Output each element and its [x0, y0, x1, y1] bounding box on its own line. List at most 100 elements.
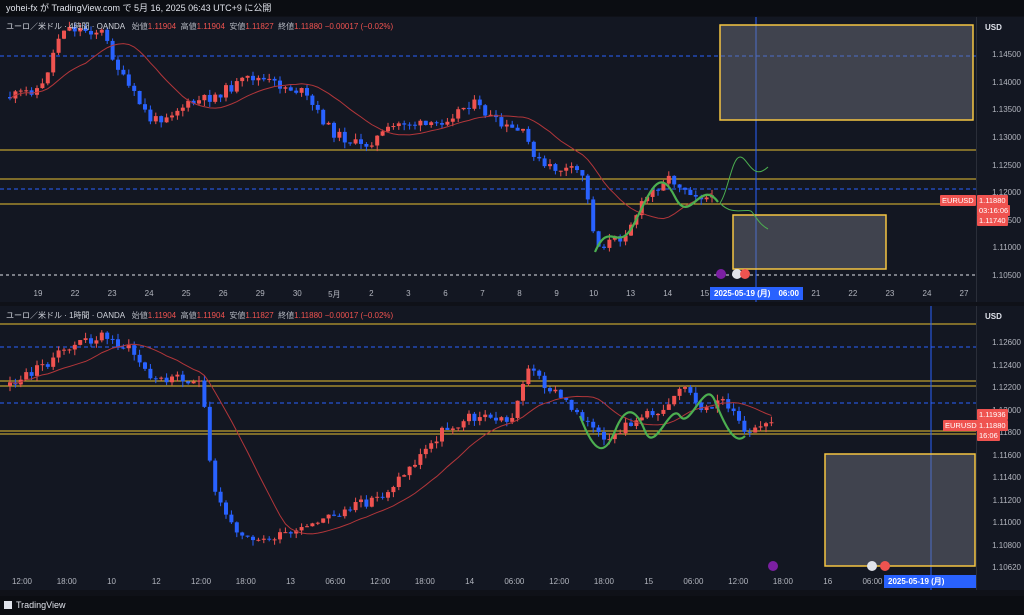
time-tick: 29 — [255, 289, 265, 298]
candle-body — [267, 538, 272, 540]
candle-body — [753, 427, 758, 433]
candle-body — [326, 514, 331, 519]
currency-label[interactable]: USD — [985, 312, 1002, 321]
candle-body — [89, 338, 93, 344]
candle-body — [737, 411, 741, 421]
candle-body — [51, 357, 56, 367]
candle-body — [326, 122, 331, 125]
candle-body — [450, 118, 455, 122]
candle-body — [531, 368, 536, 371]
candle-body — [396, 476, 401, 488]
candle-body — [445, 427, 450, 430]
price-tick: 1.10620 — [992, 563, 1021, 572]
time-tick: 12:00 — [549, 577, 570, 586]
candle-body — [245, 75, 250, 78]
time-axis-1h[interactable]: 12:00 18:00 10 12 12:00 18:00 13 06:00 12:00 18:0… — [0, 574, 976, 590]
price-tick: 1.14000 — [992, 77, 1021, 87]
time-tick: 5月 — [328, 290, 341, 299]
candle-body — [656, 189, 660, 191]
time-tick: 2 — [369, 289, 374, 298]
candle-body — [472, 413, 477, 421]
forecast-up-line — [719, 156, 769, 204]
candle-body — [29, 372, 34, 376]
plot-area-1h[interactable]: ユーロ／米ドル · 1時間 · OANDA 始値1.11904 高値1.1190… — [0, 306, 976, 590]
price-tick: 1.11200 — [992, 495, 1021, 505]
price-tick: 1.12500 — [992, 160, 1021, 170]
candle-body — [170, 115, 174, 118]
publish-caption: yohei-fx が TradingView.com で 5月 16, 2025… — [0, 0, 1024, 16]
candle-body — [504, 417, 509, 422]
candle-body — [467, 413, 471, 422]
candle-body — [137, 354, 142, 363]
chart-pane-1h[interactable]: ユーロ／米ドル · 1時間 · OANDA 始値1.11904 高値1.1190… — [0, 306, 1024, 590]
candle-body — [159, 377, 164, 379]
candle-body — [402, 475, 407, 477]
us-flag-icon — [740, 269, 750, 279]
plot-area-4h[interactable]: ユーロ／米ドル · 4時間 · OANDA 始値1.11904 高値1.1190… — [0, 17, 976, 302]
candle-body — [256, 539, 261, 541]
candle-body — [148, 109, 153, 122]
currency-label[interactable]: USD — [985, 23, 1002, 32]
candle-body — [769, 422, 774, 424]
candle-body — [683, 387, 687, 389]
time-tick: 18:00 — [235, 577, 256, 586]
candle-body — [126, 345, 131, 349]
candle-body — [483, 414, 488, 418]
price-tick: 1.10500 — [992, 271, 1021, 280]
candle-body — [153, 378, 158, 380]
price-axis-1h[interactable]: USD 1.126001.124001.122001.120001.118001… — [976, 306, 1024, 590]
chart-pane-4h[interactable]: ユーロ／米ドル · 4時間 · OANDA 始値1.11904 高値1.1190… — [0, 17, 1024, 302]
price-axis-4h[interactable]: USD 1.14500 1.14000 1.13500 1.13000 1.12500 1… — [976, 17, 1024, 302]
time-axis-4h[interactable]: 19222324252629305月2367891013141516202122… — [0, 286, 976, 302]
candle-body — [153, 116, 158, 122]
candle-body — [758, 426, 763, 428]
candle-body — [699, 402, 704, 411]
candle-body — [72, 344, 77, 350]
candle-body — [526, 368, 531, 385]
candle-body — [488, 414, 493, 418]
candle-body — [553, 164, 558, 171]
candle-body — [207, 406, 212, 461]
elliott-wave-path — [578, 393, 746, 450]
candle-body — [321, 109, 326, 125]
time-tick: 24 — [922, 289, 932, 298]
candle-body — [45, 72, 50, 84]
candle-body — [742, 420, 747, 432]
time-tick: 12:00 — [728, 577, 749, 586]
time-tick: 10 — [589, 289, 599, 298]
candle-body — [24, 90, 29, 92]
lightning-event-icon — [768, 561, 778, 571]
candle-body — [602, 432, 606, 440]
candle-body — [650, 411, 655, 416]
candle-body — [391, 487, 396, 493]
candle-body — [672, 395, 677, 405]
candle-body — [418, 120, 423, 126]
candle-body — [180, 107, 185, 111]
candle-body — [731, 408, 736, 412]
time-tick: 18:00 — [56, 577, 77, 586]
candle-body — [569, 399, 574, 410]
candle-body — [380, 131, 385, 136]
candle-body — [364, 499, 369, 507]
candle-body — [483, 105, 488, 116]
candle-body — [175, 110, 180, 116]
legend-4h: ユーロ／米ドル · 4時間 · OANDA 始値1.11904 高値1.1190… — [6, 22, 394, 31]
candle-body — [186, 100, 191, 108]
candle-body — [510, 417, 515, 422]
time-tick: 24 — [144, 289, 154, 298]
candle-body — [666, 404, 671, 410]
time-tick: 6 — [443, 289, 448, 298]
time-tick: 3 — [406, 289, 411, 298]
candle-body — [170, 376, 174, 383]
candle-body — [224, 85, 228, 98]
time-tick: 06:00 — [862, 577, 883, 586]
candle-body — [661, 183, 666, 191]
candle-body — [380, 496, 385, 498]
candle-body — [499, 417, 504, 421]
time-tick: 15 — [644, 577, 654, 586]
candle-body — [591, 199, 596, 232]
candle-body — [542, 375, 547, 389]
candle-body — [40, 83, 45, 89]
candle-body — [132, 345, 137, 355]
candle-body — [175, 374, 180, 377]
